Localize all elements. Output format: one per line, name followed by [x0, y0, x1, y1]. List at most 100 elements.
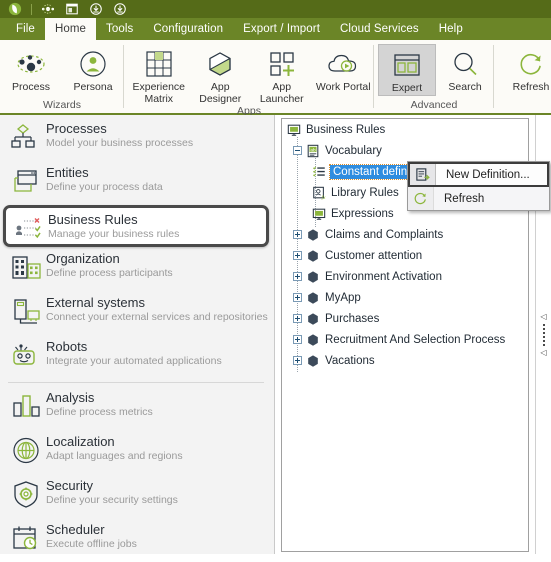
splitter-down-arrow-icon[interactable]: ◁: [540, 348, 546, 357]
sidebar-title-security: Security: [46, 478, 93, 493]
robot-icon: [8, 337, 46, 375]
ribbon-button-expert[interactable]: Expert: [378, 44, 437, 96]
expand-plus-icon[interactable]: [293, 356, 302, 365]
expand-plus-icon[interactable]: [293, 293, 302, 302]
sidebar-title-robots: Robots: [46, 339, 88, 354]
tree-node-purchases[interactable]: Purchases: [282, 308, 528, 329]
share-icon[interactable]: [37, 1, 59, 17]
ribbon-label-persona: Persona: [73, 81, 113, 93]
ribbon-button-persona[interactable]: Persona: [62, 44, 124, 94]
sidebar-item-business-rules[interactable]: Business Rules Manage your business rule…: [3, 205, 269, 247]
menu-tools[interactable]: Tools: [96, 18, 143, 40]
ribbon-button-search[interactable]: Search: [436, 44, 494, 94]
sidebar-item-scheduler[interactable]: Scheduler Execute offline jobs: [0, 518, 274, 562]
ribbon-label-app-designer: App Designer: [199, 81, 242, 105]
svg-text:fx: fx: [322, 193, 326, 199]
sidebar-item-entities[interactable]: Entities Define your process data: [0, 161, 274, 205]
tree-label: Constant defin: [328, 163, 412, 180]
external-systems-icon: [8, 293, 46, 331]
hexagon-solid-icon: [305, 332, 321, 348]
ribbon-button-experience-matrix[interactable]: Experience Matrix: [128, 44, 190, 105]
sidebar-item-localization[interactable]: Localization Adapt languages and regions: [0, 430, 274, 474]
tree-node-vacations[interactable]: Vacations: [282, 350, 528, 371]
sidebar-item-security[interactable]: Security Define your security settings: [0, 474, 274, 518]
tree-label: Customer attention: [325, 249, 423, 262]
context-menu-item-refresh[interactable]: Refresh: [408, 187, 549, 210]
expand-plus-icon[interactable]: [293, 314, 302, 323]
tree-node-recruitment-and-selection-process[interactable]: Recruitment And Selection Process: [282, 329, 528, 350]
sidebar-item-robots[interactable]: Robots Integrate your automated applicat…: [0, 335, 274, 379]
sidebar-title-processes: Processes: [46, 121, 107, 136]
expand-plus-icon[interactable]: [293, 272, 302, 281]
ribbon-button-app-launcher[interactable]: App Launcher: [251, 44, 313, 105]
context-menu-label: New Definition...: [446, 168, 530, 181]
calendar-clock-icon: [8, 520, 46, 558]
collapse-minus-icon[interactable]: [293, 146, 302, 155]
context-menu-label: Refresh: [444, 192, 485, 205]
expand-plus-icon[interactable]: [293, 335, 302, 344]
expand-plus-icon[interactable]: [293, 230, 302, 239]
menu-file[interactable]: File: [6, 18, 45, 40]
tree-label: Vacations: [325, 354, 375, 367]
sidebar-title-localization: Localization: [46, 434, 115, 449]
sidebar-item-processes[interactable]: Processes Model your business processes: [0, 117, 274, 161]
sidebar-sub-localization: Adapt languages and regions: [46, 450, 183, 462]
splitter-grip: [542, 323, 545, 346]
download-icon[interactable]: [85, 1, 107, 17]
sidebar-sub-robots: Integrate your automated applications: [46, 355, 222, 367]
ribbon-button-refresh[interactable]: Refresh: [500, 44, 551, 94]
sidebar-sub-security: Define your security settings: [46, 494, 178, 506]
tree-node-myapp[interactable]: MyApp: [282, 287, 528, 308]
window-icon[interactable]: [61, 1, 83, 17]
library-rules-icon: fx: [311, 185, 327, 201]
tree-node-environment-activation[interactable]: Environment Activation: [282, 266, 528, 287]
tree-label: MyApp: [325, 291, 361, 304]
hexagon-solid-icon: [305, 290, 321, 306]
entities-window-icon: [8, 163, 46, 201]
magnifier-icon: [450, 47, 480, 81]
ribbon-group-apps: Experience Matrix App Designer App Launc…: [124, 40, 375, 117]
tree-node-claims-and-complaints[interactable]: Claims and Complaints: [282, 224, 528, 245]
sidebar-sub-analysis: Define process metrics: [46, 406, 153, 418]
tree-context-menu: New Definition... Refresh: [407, 161, 550, 211]
main-menu-bar: File Home Tools Configuration Export / I…: [0, 18, 551, 40]
sidebar-item-external-systems[interactable]: External systems Connect your external s…: [0, 291, 274, 335]
sidebar-item-organization[interactable]: Organization Define process participants: [0, 247, 274, 291]
ribbon-label-app-launcher: App Launcher: [259, 81, 304, 105]
tree-node-vocabulary[interactable]: ab Vocabulary: [282, 140, 528, 161]
sidebar-title-organization: Organization: [46, 251, 120, 266]
bizagi-logo-icon[interactable]: [4, 1, 26, 17]
ribbon-button-app-designer[interactable]: App Designer: [190, 44, 252, 105]
tree-label: Library Rules: [331, 186, 399, 199]
vocabulary-ab-icon: ab: [305, 143, 321, 159]
hexagon-solid-icon: [305, 248, 321, 264]
sidebar-title-external-systems: External systems: [46, 295, 145, 310]
ribbon-button-work-portal[interactable]: Work Portal: [313, 44, 375, 94]
menu-cloud-services[interactable]: Cloud Services: [330, 18, 429, 40]
process-tree-icon: [8, 119, 46, 157]
tree-node-customer-attention[interactable]: Customer attention: [282, 245, 528, 266]
hexagon-solid-icon: [305, 269, 321, 285]
sidebar-title-scheduler: Scheduler: [46, 522, 105, 537]
menu-export-import[interactable]: Export / Import: [233, 18, 330, 40]
ribbon-group-title-refresh: [494, 99, 551, 113]
expand-plus-icon[interactable]: [293, 251, 302, 260]
ribbon-button-process[interactable]: Process: [0, 44, 62, 94]
monitor-icon: [311, 206, 327, 222]
menu-home[interactable]: Home: [44, 18, 97, 40]
tree-label: Vocabulary: [325, 144, 382, 157]
svg-text:ab: ab: [310, 147, 316, 153]
sidebar-item-analysis[interactable]: Analysis Define process metrics: [0, 386, 274, 430]
menu-help[interactable]: Help: [429, 18, 473, 40]
tree-node-business-rules[interactable]: Business Rules: [282, 119, 528, 140]
hexagon-solid-icon: [305, 311, 321, 327]
context-menu-item-new-definition[interactable]: New Definition...: [408, 162, 549, 187]
tree-label: Purchases: [325, 312, 380, 325]
sidebar-sub-processes: Model your business processes: [46, 137, 194, 149]
tree-label: Expressions: [331, 207, 394, 220]
tree-label: Recruitment And Selection Process: [325, 333, 506, 346]
ribbon-group-advanced: Expert Search Advanced: [374, 40, 494, 113]
splitter-up-arrow-icon[interactable]: ◁: [540, 312, 546, 321]
download-alt-icon[interactable]: [109, 1, 131, 17]
menu-configuration[interactable]: Configuration: [143, 18, 233, 40]
